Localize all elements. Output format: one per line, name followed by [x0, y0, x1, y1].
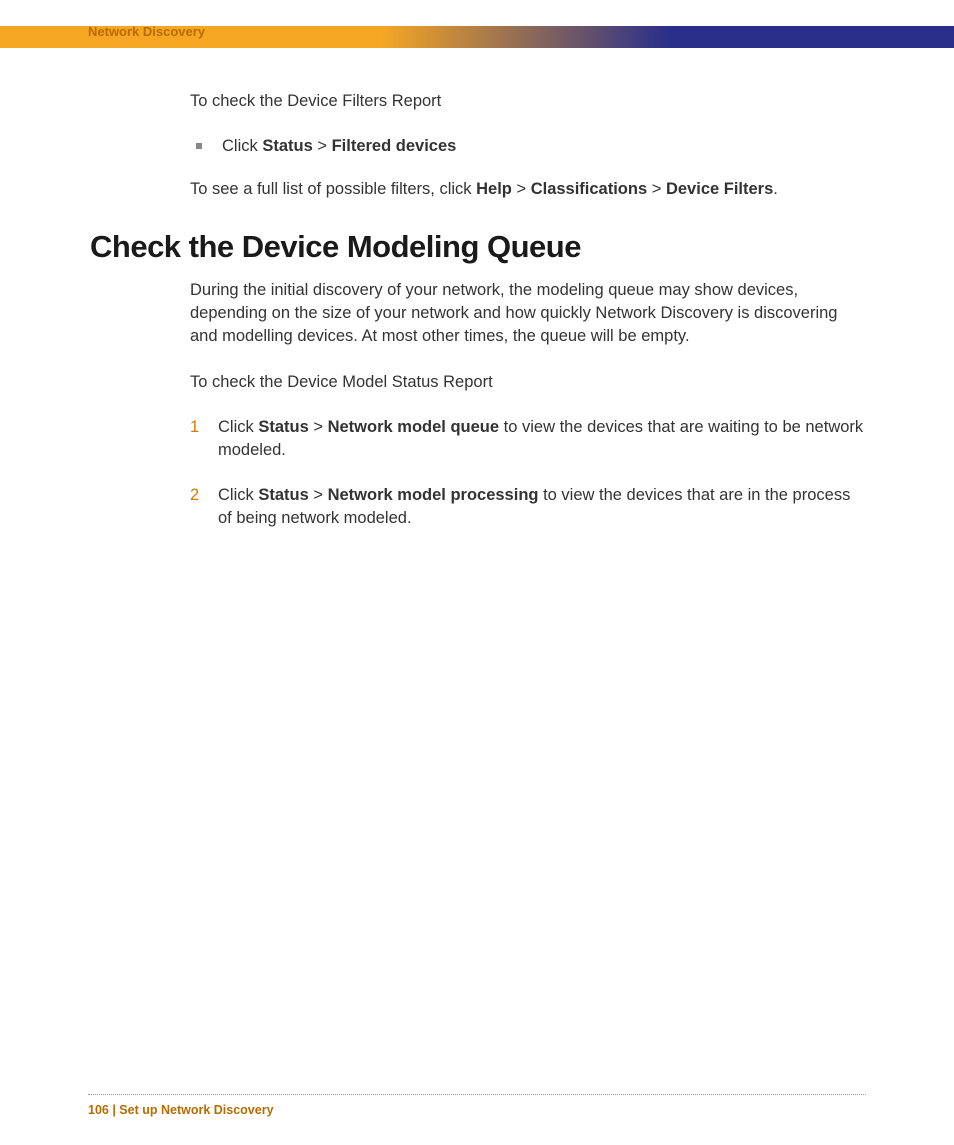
step-number: 2 [190, 484, 218, 507]
text: Click [218, 418, 258, 436]
text: Click [218, 486, 258, 504]
text: > [309, 418, 328, 436]
step-text: Click Status > Network model processing … [218, 484, 864, 530]
square-bullet-icon [196, 143, 202, 149]
text: > [313, 137, 332, 155]
section2-para2: To check the Device Model Status Report [190, 371, 864, 394]
text: > [647, 180, 666, 198]
bold-text: Filtered devices [332, 137, 457, 155]
bullet-text: Click Status > Filtered devices [222, 135, 456, 158]
page-content: To check the Device Filters Report Click… [190, 90, 864, 552]
numbered-step: 2 Click Status > Network model processin… [190, 484, 864, 530]
bold-text: Status [262, 137, 312, 155]
page-footer: 106 | Set up Network Discovery [88, 1103, 274, 1117]
section2-heading: Check the Device Modeling Queue [90, 229, 864, 265]
text: > [309, 486, 328, 504]
step-number: 1 [190, 416, 218, 439]
header-bar: Network Discovery [0, 26, 954, 48]
bullet-item: Click Status > Filtered devices [196, 135, 864, 158]
bold-text: Classifications [531, 180, 647, 198]
text: > [512, 180, 531, 198]
bold-text: Status [258, 486, 308, 504]
text: . [773, 180, 778, 198]
numbered-step: 1 Click Status > Network model queue to … [190, 416, 864, 462]
section1-para2: To see a full list of possible filters, … [190, 178, 864, 201]
bold-text: Help [476, 180, 512, 198]
bold-text: Network model processing [328, 486, 539, 504]
bold-text: Network model queue [328, 418, 499, 436]
step-text: Click Status > Network model queue to vi… [218, 416, 864, 462]
text: Click [222, 137, 262, 155]
bold-text: Status [258, 418, 308, 436]
section2-para1: During the initial discovery of your net… [190, 279, 864, 348]
bold-text: Device Filters [666, 180, 773, 198]
header-title: Network Discovery [88, 24, 205, 39]
section1-intro: To check the Device Filters Report [190, 90, 864, 113]
text: To see a full list of possible filters, … [190, 180, 476, 198]
footer-divider [88, 1094, 866, 1095]
